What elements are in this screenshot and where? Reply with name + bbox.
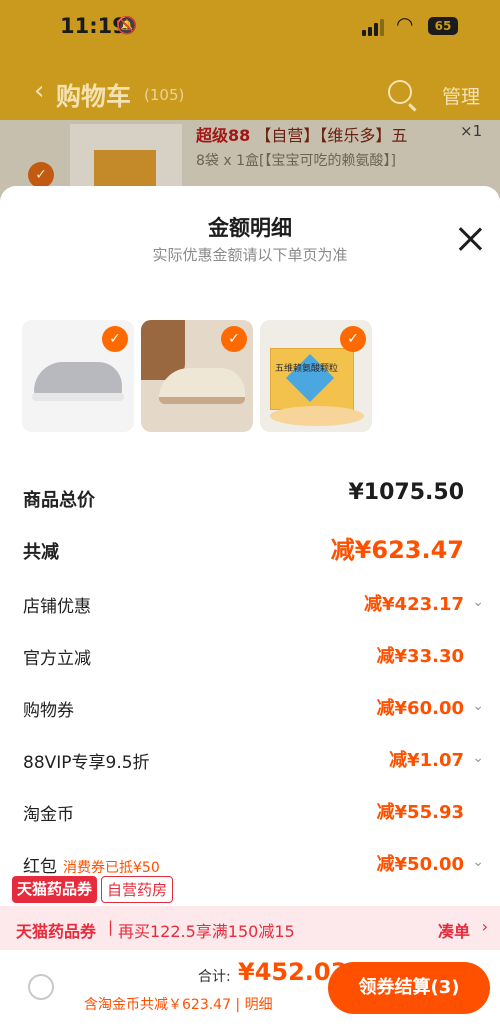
row-label: 购物券 — [23, 701, 74, 721]
row-value: 减¥60.00 — [376, 698, 464, 719]
row-value: 减¥33.30 — [376, 646, 464, 667]
podium-image — [270, 406, 364, 426]
chevron-right-icon: › — [481, 917, 488, 936]
check-icon: ✓ — [221, 326, 247, 352]
chevron-down-icon: ⌄ — [472, 698, 484, 714]
search-icon[interactable] — [388, 80, 412, 104]
row-label: 88VIP专享9.5折 — [23, 753, 150, 773]
item-title: 超级88 【自营】【维乐多】五 — [196, 122, 407, 146]
box-label: 五维赖氨酸颗粒 — [275, 364, 339, 374]
page-title: 购物车 — [56, 82, 132, 111]
promo-name: 天猫药品券 — [16, 922, 97, 941]
chevron-down-icon: ⌄ — [472, 854, 484, 870]
item-quantity: ×1 — [460, 122, 483, 140]
row-store-discount[interactable]: 店铺优惠 减¥423.17 ⌄ — [0, 584, 500, 624]
product-thumb-sneaker-cream[interactable]: ✓ — [141, 320, 253, 432]
row-extra: 消费券已抵¥50 — [63, 860, 160, 876]
status-bar: 11:19 🔕 ◠ 65 — [0, 0, 500, 56]
row-taojinbi: 淘金币 减¥55.93 — [0, 792, 500, 832]
battery-icon: 65 — [428, 17, 458, 35]
silent-bell-icon: 🔕 — [116, 16, 138, 36]
row-88vip[interactable]: 88VIP专享9.5折 减¥1.07 ⌄ — [0, 740, 500, 780]
total-label: 合计: — [198, 969, 231, 985]
wifi-icon: ◠ — [396, 12, 414, 36]
sheet-subtitle: 实际优惠金额请以下单页为准 — [152, 246, 348, 264]
sheet-title: 金额明细 — [208, 216, 292, 240]
item-sku: 8袋 x 1盒[【宝宝可吃的赖氨酸】] — [196, 153, 396, 169]
row-shopping-coupon[interactable]: 购物券 减¥60.00 ⌄ — [0, 688, 500, 728]
self-operated-pharmacy-tag: 自营药房 — [101, 876, 174, 903]
product-thumb-sneaker-grey[interactable]: ✓ — [22, 320, 134, 432]
chevron-down-icon: ⌄ — [472, 594, 484, 610]
promo-desc: 再买122.5享满150减15 — [118, 922, 295, 941]
add-items-button[interactable]: 凑单 — [438, 918, 470, 942]
promo-divider: | — [108, 918, 114, 936]
chevron-down-icon: ⌄ — [472, 750, 484, 766]
row-subtotal: 商品总价 ¥1075.50 — [0, 478, 500, 518]
manage-button[interactable]: 管理 — [442, 82, 480, 109]
close-icon[interactable] — [457, 226, 483, 252]
promo-bar[interactable]: 天猫药品券 | 再买122.5享满150减15 凑单 › — [0, 906, 500, 950]
shop-tags: 天猫药品券 自营药房 — [12, 876, 174, 903]
row-label: 共减 — [23, 542, 59, 563]
tmall-pharmacy-coupon-tag: 天猫药品券 — [12, 876, 98, 903]
item-title-prefix: 超级88 — [196, 126, 251, 145]
row-label: 官方立减 — [23, 649, 91, 669]
row-value: 减¥50.00 — [376, 854, 464, 875]
row-label: 商品总价 — [23, 490, 95, 511]
check-icon: ✓ — [102, 326, 128, 352]
discount-detail-toggle[interactable]: 含淘金币共减￥623.47 | 明细 — [84, 994, 273, 1014]
product-thumb-medicine-box[interactable]: 五维赖氨酸颗粒 ✓ — [260, 320, 372, 432]
check-icon: ✓ — [340, 326, 366, 352]
row-label: 店铺优惠 — [23, 597, 91, 617]
medicine-box-image: 五维赖氨酸颗粒 — [270, 348, 354, 410]
row-label-wrap: 红包 消费券已抵¥50 — [23, 852, 160, 877]
checkout-button[interactable]: 领券结算(3) — [328, 962, 490, 1014]
back-chevron-icon[interactable]: ‹ — [34, 76, 44, 106]
row-value: 减¥623.47 — [330, 536, 464, 564]
row-official-discount: 官方立减 减¥33.30 — [0, 636, 500, 676]
item-title-rest: 【自营】【维乐多】五 — [255, 126, 408, 145]
row-value: ¥1075.50 — [348, 480, 464, 505]
item-check-icon[interactable]: ✓ — [28, 162, 54, 188]
row-label: 红包 — [23, 857, 57, 877]
product-thumbnails: ✓ ✓ 五维赖氨酸颗粒 ✓ — [22, 320, 372, 432]
sneaker-image — [32, 362, 124, 401]
row-value: 减¥1.07 — [389, 750, 464, 771]
sneaker-image — [159, 368, 245, 404]
checkout-footer: 合计: ¥452.03 含淘金币共减￥623.47 | 明细 领券结算(3) — [0, 950, 500, 1026]
row-label: 淘金币 — [23, 805, 74, 825]
signal-icon — [362, 18, 388, 36]
row-value: 减¥423.17 — [364, 594, 464, 615]
row-total-discount: 共减 减¥623.47 — [0, 530, 500, 570]
select-all-radio[interactable] — [28, 974, 54, 1000]
cart-count: (105) — [144, 86, 185, 104]
row-value: 减¥55.93 — [376, 802, 464, 823]
